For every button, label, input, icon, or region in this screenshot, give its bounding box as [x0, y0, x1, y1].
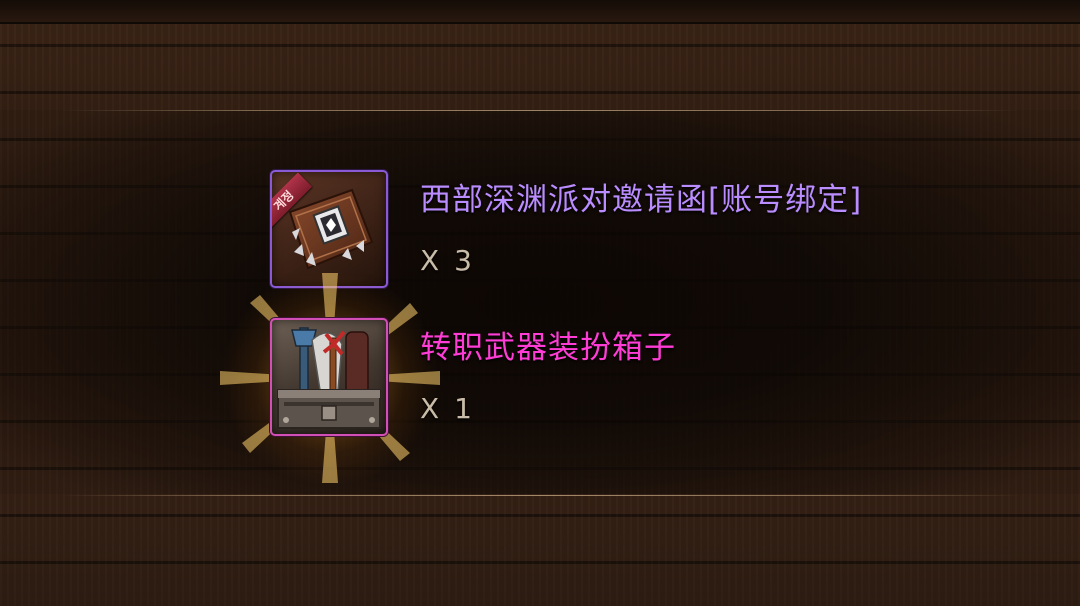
weapon-chest-icon[interactable]: [270, 318, 388, 436]
reward-item[interactable]: 转职武器装扮箱子 X 1: [210, 263, 970, 493]
invitation-card-icon[interactable]: 계정: [270, 170, 388, 288]
top-strip: [0, 0, 1080, 24]
item-name: 西部深渊派对邀请函[账号绑定]: [420, 182, 863, 218]
item-name: 转职武器装扮箱子: [420, 330, 676, 366]
item-quantity: X 1: [420, 392, 475, 425]
reward-item[interactable]: 계정 西部深渊派对邀请函[账号绑定] X 3: [270, 170, 970, 290]
panel-divider-bottom: [60, 495, 1020, 496]
panel-divider-top: [60, 110, 1020, 111]
bottom-shade: [0, 500, 1080, 606]
item-quantity: X 3: [420, 244, 475, 277]
reward-screen: 계정 西部深渊派对邀请函[账号绑定] X 3 转职武器装扮箱子 X 1: [0, 0, 1080, 606]
